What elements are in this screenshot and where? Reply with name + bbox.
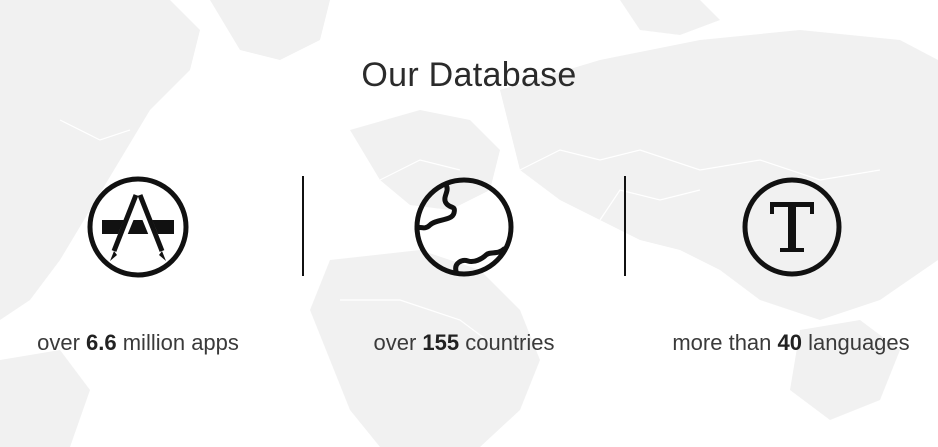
stat-apps: over 6.6 million apps: [0, 170, 303, 370]
stat-languages: more than 40 languages: [625, 170, 938, 370]
stat-countries: over 155 countries: [303, 170, 625, 370]
app-store-icon: [87, 176, 189, 278]
language-t-icon: [742, 177, 842, 277]
stat-caption-countries: over 155 countries: [373, 330, 555, 355]
stat-caption-apps: over 6.6 million apps: [37, 330, 239, 355]
stat-caption-languages: more than 40 languages: [672, 330, 910, 355]
globe-icon: [414, 177, 514, 277]
section-title: Our Database: [361, 56, 577, 94]
stat-value-countries: 155: [422, 330, 460, 355]
stat-value-languages: 40: [777, 330, 802, 355]
stat-value-apps: 6.6: [86, 330, 117, 355]
